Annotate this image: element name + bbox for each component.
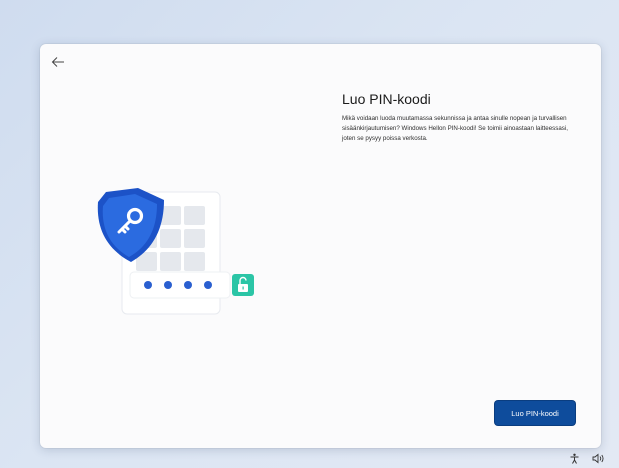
- setup-panel: Luo PIN-koodi Mikä voidaan luoda muutama…: [40, 44, 601, 448]
- pin-illustration: [92, 184, 272, 319]
- volume-icon[interactable]: [592, 453, 605, 464]
- unlocked-padlock-icon: [232, 274, 254, 296]
- create-pin-button[interactable]: Luo PIN-koodi: [495, 401, 575, 425]
- accessibility-icon[interactable]: [569, 453, 580, 464]
- system-tray: [569, 453, 605, 464]
- back-arrow-icon: [51, 57, 64, 67]
- page-title: Luo PIN-koodi: [342, 91, 431, 107]
- page-description: Mikä voidaan luoda muutamassa sekunnissa…: [342, 115, 568, 142]
- back-button[interactable]: [48, 52, 68, 72]
